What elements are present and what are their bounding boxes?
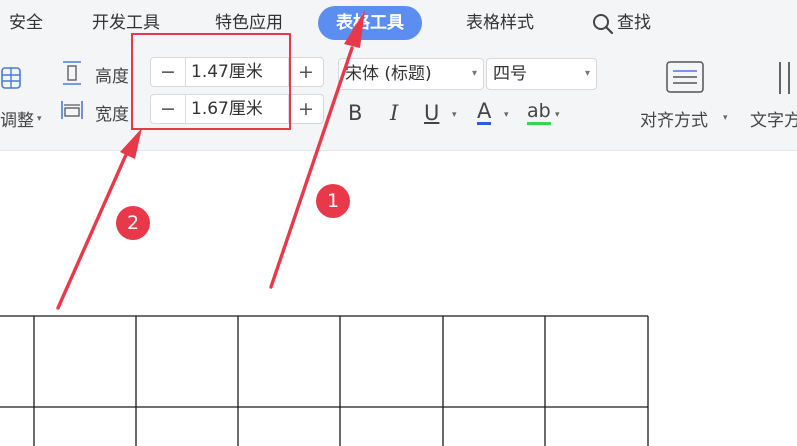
document-table[interactable]: [0, 0, 797, 446]
